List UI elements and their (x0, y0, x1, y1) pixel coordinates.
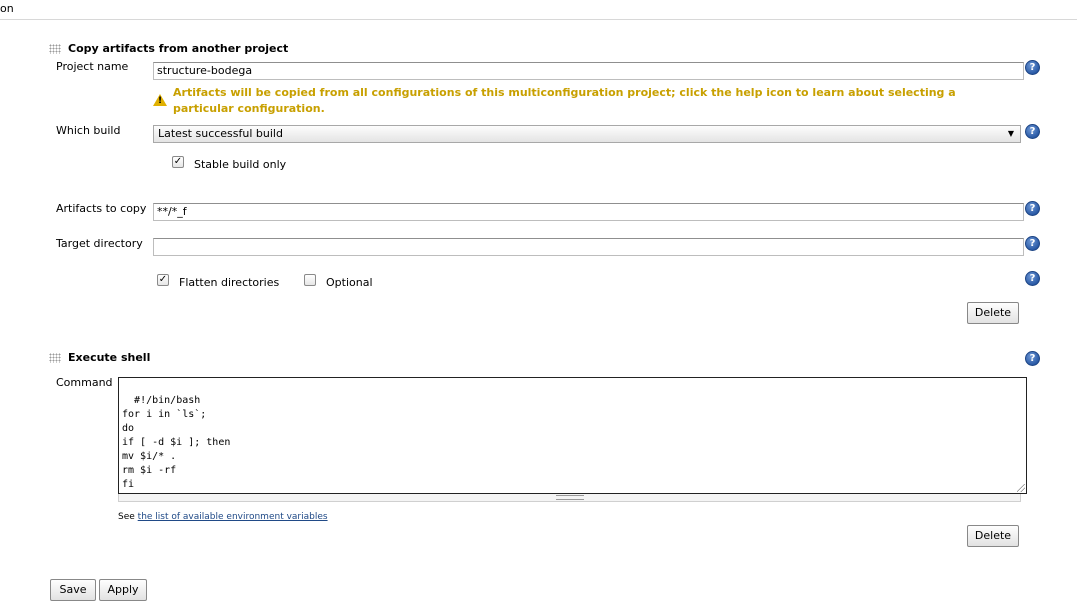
which-build-value: Latest successful build (158, 127, 283, 140)
artifacts-to-copy-input[interactable]: **/*_f (153, 203, 1024, 221)
project-name-label: Project name (56, 60, 129, 73)
which-build-select[interactable]: Latest successful build ▼ (153, 125, 1021, 143)
expand-handle-icon (556, 495, 584, 500)
see-prefix: See (118, 512, 135, 522)
save-button[interactable]: Save (50, 579, 96, 601)
apply-button[interactable]: Apply (99, 579, 147, 601)
env-vars-link[interactable]: the list of available environment variab… (138, 512, 328, 522)
env-vars-note: See the list of available environment va… (118, 512, 328, 522)
delete-execute-shell-button[interactable]: Delete (967, 525, 1019, 547)
stable-build-label: Stable build only (194, 158, 287, 171)
help-icon[interactable]: ? (1025, 351, 1040, 366)
warning-icon: ! (153, 94, 167, 106)
project-name-input[interactable]: structure-bodega (153, 62, 1024, 80)
command-textarea[interactable]: #!/bin/bash for i in `ls`; do if [ -d $i… (118, 377, 1027, 494)
artifacts-to-copy-label: Artifacts to copy (56, 202, 147, 215)
help-icon[interactable]: ? (1025, 124, 1040, 139)
section-title-cut: on (0, 2, 14, 15)
warning-line-2: particular configuration. (173, 102, 325, 115)
flatten-directories-label: Flatten directories (179, 276, 280, 289)
help-icon[interactable]: ? (1025, 60, 1040, 75)
target-directory-label: Target directory (56, 237, 143, 250)
target-directory-input[interactable] (153, 238, 1024, 256)
help-icon[interactable]: ? (1025, 201, 1040, 216)
drag-handle-icon[interactable] (49, 44, 61, 54)
warning-line-1: Artifacts will be copied from all config… (173, 86, 956, 99)
drag-handle-icon[interactable] (49, 353, 61, 363)
optional-label: Optional (326, 276, 373, 289)
stable-build-checkbox[interactable]: ✓ (172, 156, 184, 168)
help-icon[interactable]: ? (1025, 236, 1040, 251)
delete-copy-artifacts-button[interactable]: Delete (967, 302, 1019, 324)
textarea-expand-bar[interactable] (118, 494, 1021, 502)
multiconfiguration-warning: Artifacts will be copied from all config… (173, 85, 1013, 117)
command-label: Command (56, 376, 113, 389)
flatten-directories-checkbox[interactable]: ✓ (157, 274, 169, 286)
help-icon[interactable]: ? (1025, 271, 1040, 286)
resize-grip-icon[interactable] (1017, 484, 1025, 492)
optional-checkbox[interactable] (304, 274, 316, 286)
copy-artifacts-title: Copy artifacts from another project (68, 42, 289, 55)
command-text: #!/bin/bash for i in `ls`; do if [ -d $i… (122, 395, 231, 490)
divider (0, 19, 1077, 20)
execute-shell-title: Execute shell (68, 351, 151, 364)
which-build-label: Which build (56, 124, 121, 137)
dropdown-arrow-icon: ▼ (1007, 129, 1014, 138)
